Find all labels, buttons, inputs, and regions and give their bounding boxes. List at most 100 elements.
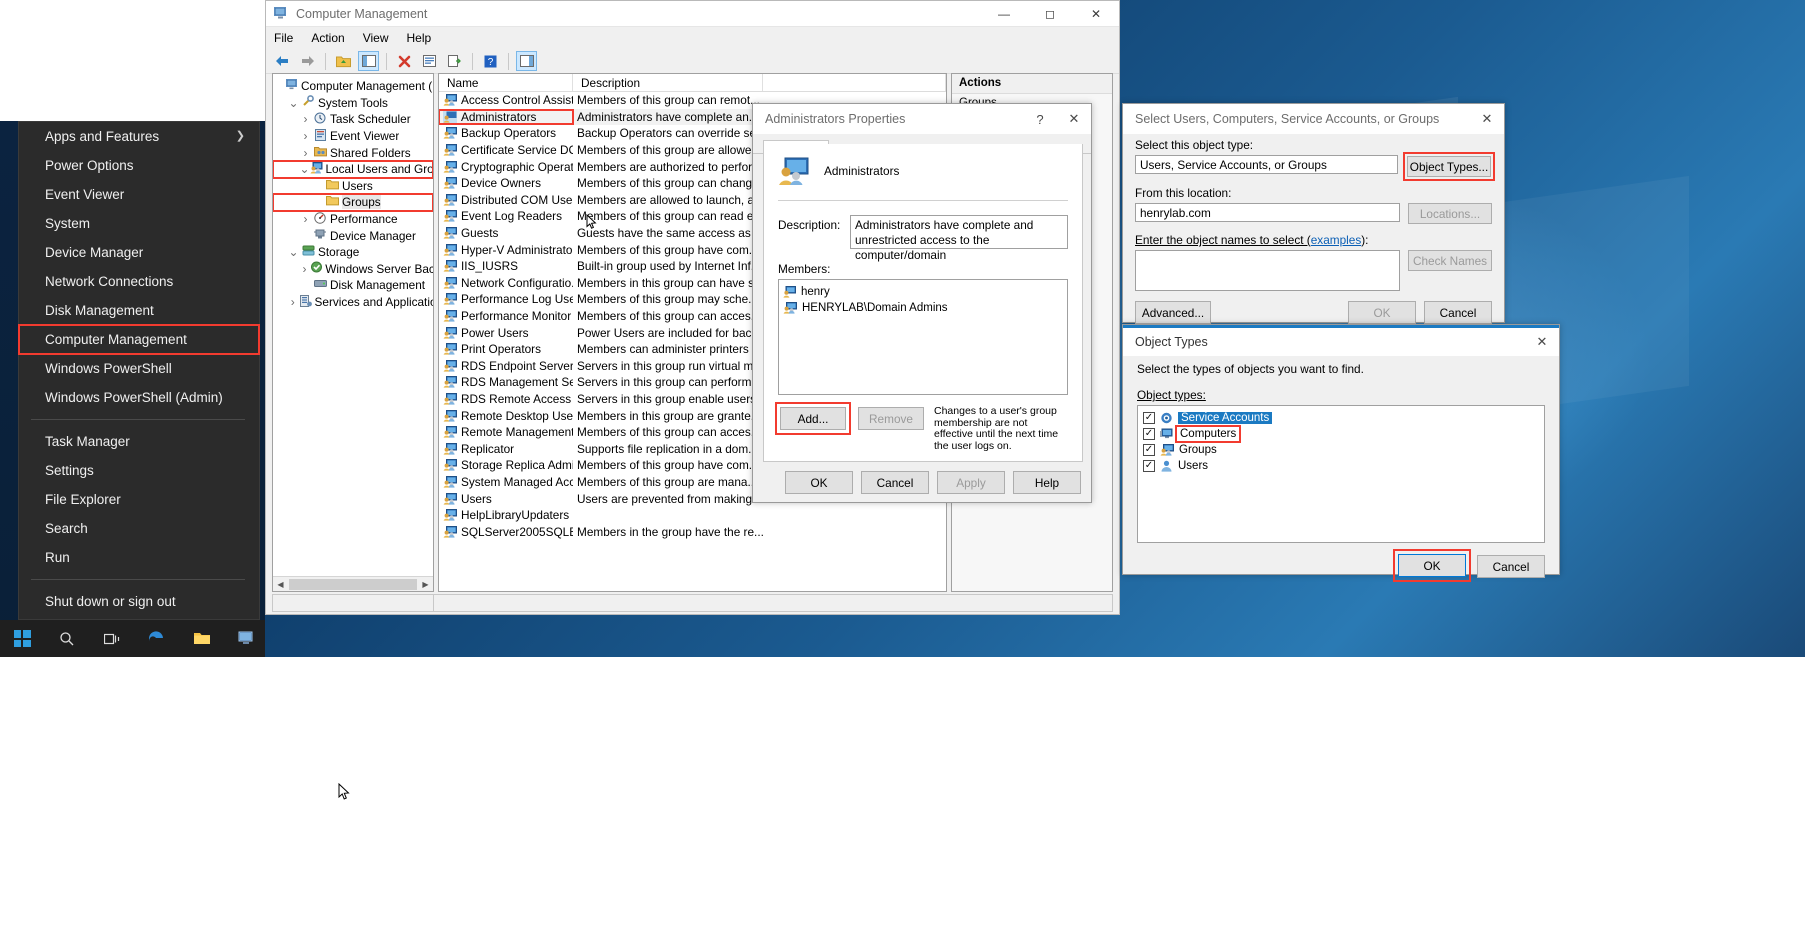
- list-header[interactable]: Name Description: [439, 74, 946, 92]
- apply-button[interactable]: Apply: [937, 471, 1005, 494]
- winx-item-windows-powershell[interactable]: Windows PowerShell: [19, 354, 259, 383]
- tree-node-shared-folders[interactable]: ›Shared Folders: [273, 144, 433, 161]
- tree-node-system-tools[interactable]: ⌄System Tools: [273, 95, 433, 112]
- winx-item-windows-powershell-admin[interactable]: Windows PowerShell (Admin): [19, 383, 259, 412]
- object-types-button[interactable]: Object Types...: [1407, 156, 1491, 177]
- winx-item-run[interactable]: Run: [19, 543, 259, 572]
- delete-icon[interactable]: [394, 51, 415, 71]
- checkbox[interactable]: ✓: [1143, 444, 1155, 456]
- menu-bar[interactable]: FileActionViewHelp: [266, 27, 1119, 49]
- tree-node-performance[interactable]: ›Performance: [273, 211, 433, 228]
- up-folder-icon[interactable]: [333, 51, 354, 71]
- ok-button[interactable]: OK: [1348, 301, 1416, 324]
- help-icon[interactable]: ?: [480, 51, 501, 71]
- toolbar[interactable]: ?: [266, 49, 1119, 74]
- chevron-right-icon[interactable]: ›: [299, 129, 312, 143]
- winx-item-device-manager[interactable]: Device Manager: [19, 238, 259, 267]
- tree-node-disk-management[interactable]: Disk Management: [273, 277, 433, 294]
- help-button[interactable]: Help: [1013, 471, 1081, 494]
- dialog-titlebar[interactable]: Object Types ✕: [1123, 328, 1559, 356]
- winx-item-shut-down-or-sign-out[interactable]: Shut down or sign out❯: [19, 587, 259, 616]
- winx-item-task-manager[interactable]: Task Manager: [19, 427, 259, 456]
- winx-item-search[interactable]: Search: [19, 514, 259, 543]
- back-icon[interactable]: [272, 51, 293, 71]
- tree-node-local-users-and-groups[interactable]: ⌄Local Users and Groups: [273, 161, 433, 178]
- tree-node-windows-server-backup[interactable]: ›Windows Server Backup: [273, 261, 433, 278]
- check-names-button[interactable]: Check Names: [1408, 250, 1492, 271]
- administrators-properties-dialog[interactable]: Administrators Properties ? ✕ General Ad…: [752, 103, 1092, 503]
- taskbar[interactable]: [0, 620, 265, 657]
- edge-icon[interactable]: [138, 620, 175, 657]
- tree-node-storage[interactable]: ⌄Storage: [273, 244, 433, 261]
- cancel-button[interactable]: Cancel: [1477, 555, 1545, 578]
- menu-view[interactable]: View: [363, 31, 389, 45]
- advanced-button[interactable]: Advanced...: [1135, 301, 1211, 324]
- object-type-field[interactable]: Users, Service Accounts, or Groups: [1135, 155, 1398, 174]
- column-header-name[interactable]: Name: [439, 74, 573, 91]
- winx-item-disk-management[interactable]: Disk Management: [19, 296, 259, 325]
- list-item[interactable]: HENRYLAB\Domain Admins: [783, 300, 1063, 316]
- close-icon[interactable]: ✕: [1525, 327, 1559, 357]
- chevron-right-icon[interactable]: ›: [299, 262, 310, 276]
- menu-action[interactable]: Action: [311, 31, 344, 45]
- object-types-dialog[interactable]: Object Types ✕ Select the types of objec…: [1122, 324, 1560, 575]
- chevron-right-icon[interactable]: ›: [299, 146, 312, 160]
- chevron-down-icon[interactable]: ⌄: [287, 249, 300, 255]
- description-field[interactable]: Administrators have complete and unrestr…: [850, 215, 1068, 249]
- column-header-description[interactable]: Description: [573, 74, 763, 91]
- cancel-button[interactable]: Cancel: [1424, 301, 1492, 324]
- select-users-dialog[interactable]: Select Users, Computers, Service Account…: [1122, 103, 1505, 323]
- winx-item-apps-and-features[interactable]: Apps and Features: [19, 122, 259, 151]
- object-type-row-groups[interactable]: ✓Groups: [1143, 442, 1539, 457]
- forward-icon[interactable]: [297, 51, 318, 71]
- examples-link[interactable]: examples: [1311, 233, 1362, 247]
- ok-button[interactable]: OK: [785, 471, 853, 494]
- close-icon[interactable]: ✕: [1470, 104, 1504, 134]
- dialog-titlebar[interactable]: Administrators Properties ? ✕: [753, 104, 1091, 134]
- chevron-right-icon[interactable]: ›: [287, 295, 298, 309]
- winx-power-user-menu[interactable]: Apps and FeaturesPower OptionsEvent View…: [18, 121, 260, 620]
- tree-horizontal-scrollbar[interactable]: ◀ ▶: [273, 576, 433, 591]
- computer-management-icon[interactable]: [228, 620, 265, 657]
- object-types-listbox[interactable]: ✓Service Accounts✓Computers✓Groups✓Users: [1137, 405, 1545, 543]
- start-button[interactable]: [4, 620, 41, 657]
- chevron-down-icon[interactable]: ⌄: [287, 100, 300, 106]
- members-listbox[interactable]: henryHENRYLAB\Domain Admins: [778, 279, 1068, 395]
- winx-item-network-connections[interactable]: Network Connections: [19, 267, 259, 296]
- winx-item-power-options[interactable]: Power Options: [19, 151, 259, 180]
- add-button[interactable]: Add...: [780, 407, 846, 430]
- task-view-icon[interactable]: [94, 620, 131, 657]
- remove-button[interactable]: Remove: [858, 407, 924, 430]
- tree-node-task-scheduler[interactable]: ›Task Scheduler: [273, 111, 433, 128]
- checkbox[interactable]: ✓: [1143, 460, 1155, 472]
- tree-node-services-and-applications[interactable]: ›Services and Applications: [273, 294, 433, 311]
- close-icon[interactable]: ✕: [1057, 104, 1091, 134]
- table-row[interactable]: HelpLibraryUpdaters: [439, 507, 946, 524]
- scroll-right-icon[interactable]: ▶: [418, 580, 433, 589]
- tree-node-device-manager[interactable]: Device Manager: [273, 227, 433, 244]
- object-type-row-computers[interactable]: ✓Computers: [1143, 426, 1539, 441]
- scroll-thumb[interactable]: [289, 579, 417, 590]
- checkbox[interactable]: ✓: [1143, 428, 1155, 440]
- winx-item-system[interactable]: System: [19, 209, 259, 238]
- winx-item-settings[interactable]: Settings: [19, 456, 259, 485]
- tree-node-groups[interactable]: Groups: [273, 194, 433, 211]
- console-tree[interactable]: Computer Management (Local⌄System Tools›…: [272, 73, 434, 592]
- chevron-down-icon[interactable]: ⌄: [299, 166, 310, 172]
- dialog-titlebar[interactable]: Select Users, Computers, Service Account…: [1123, 104, 1504, 134]
- scroll-left-icon[interactable]: ◀: [273, 580, 288, 589]
- help-button[interactable]: ?: [1023, 104, 1057, 134]
- close-button[interactable]: ✕: [1073, 1, 1119, 27]
- window-titlebar[interactable]: Computer Management — ◻ ✕: [266, 1, 1119, 27]
- list-item[interactable]: henry: [783, 284, 1063, 300]
- object-type-row-service-accounts[interactable]: ✓Service Accounts: [1143, 410, 1539, 425]
- search-icon[interactable]: [49, 620, 86, 657]
- location-field[interactable]: henrylab.com: [1135, 203, 1400, 222]
- ok-button[interactable]: OK: [1398, 554, 1466, 577]
- tree-node-computer-management-local[interactable]: Computer Management (Local: [273, 78, 433, 95]
- export-list-icon[interactable]: [444, 51, 465, 71]
- table-row[interactable]: SQLServer2005SQLBro...Members in the gro…: [439, 523, 946, 540]
- show-hide-tree-icon[interactable]: [358, 51, 379, 71]
- cancel-button[interactable]: Cancel: [861, 471, 929, 494]
- chevron-right-icon[interactable]: ›: [299, 212, 312, 226]
